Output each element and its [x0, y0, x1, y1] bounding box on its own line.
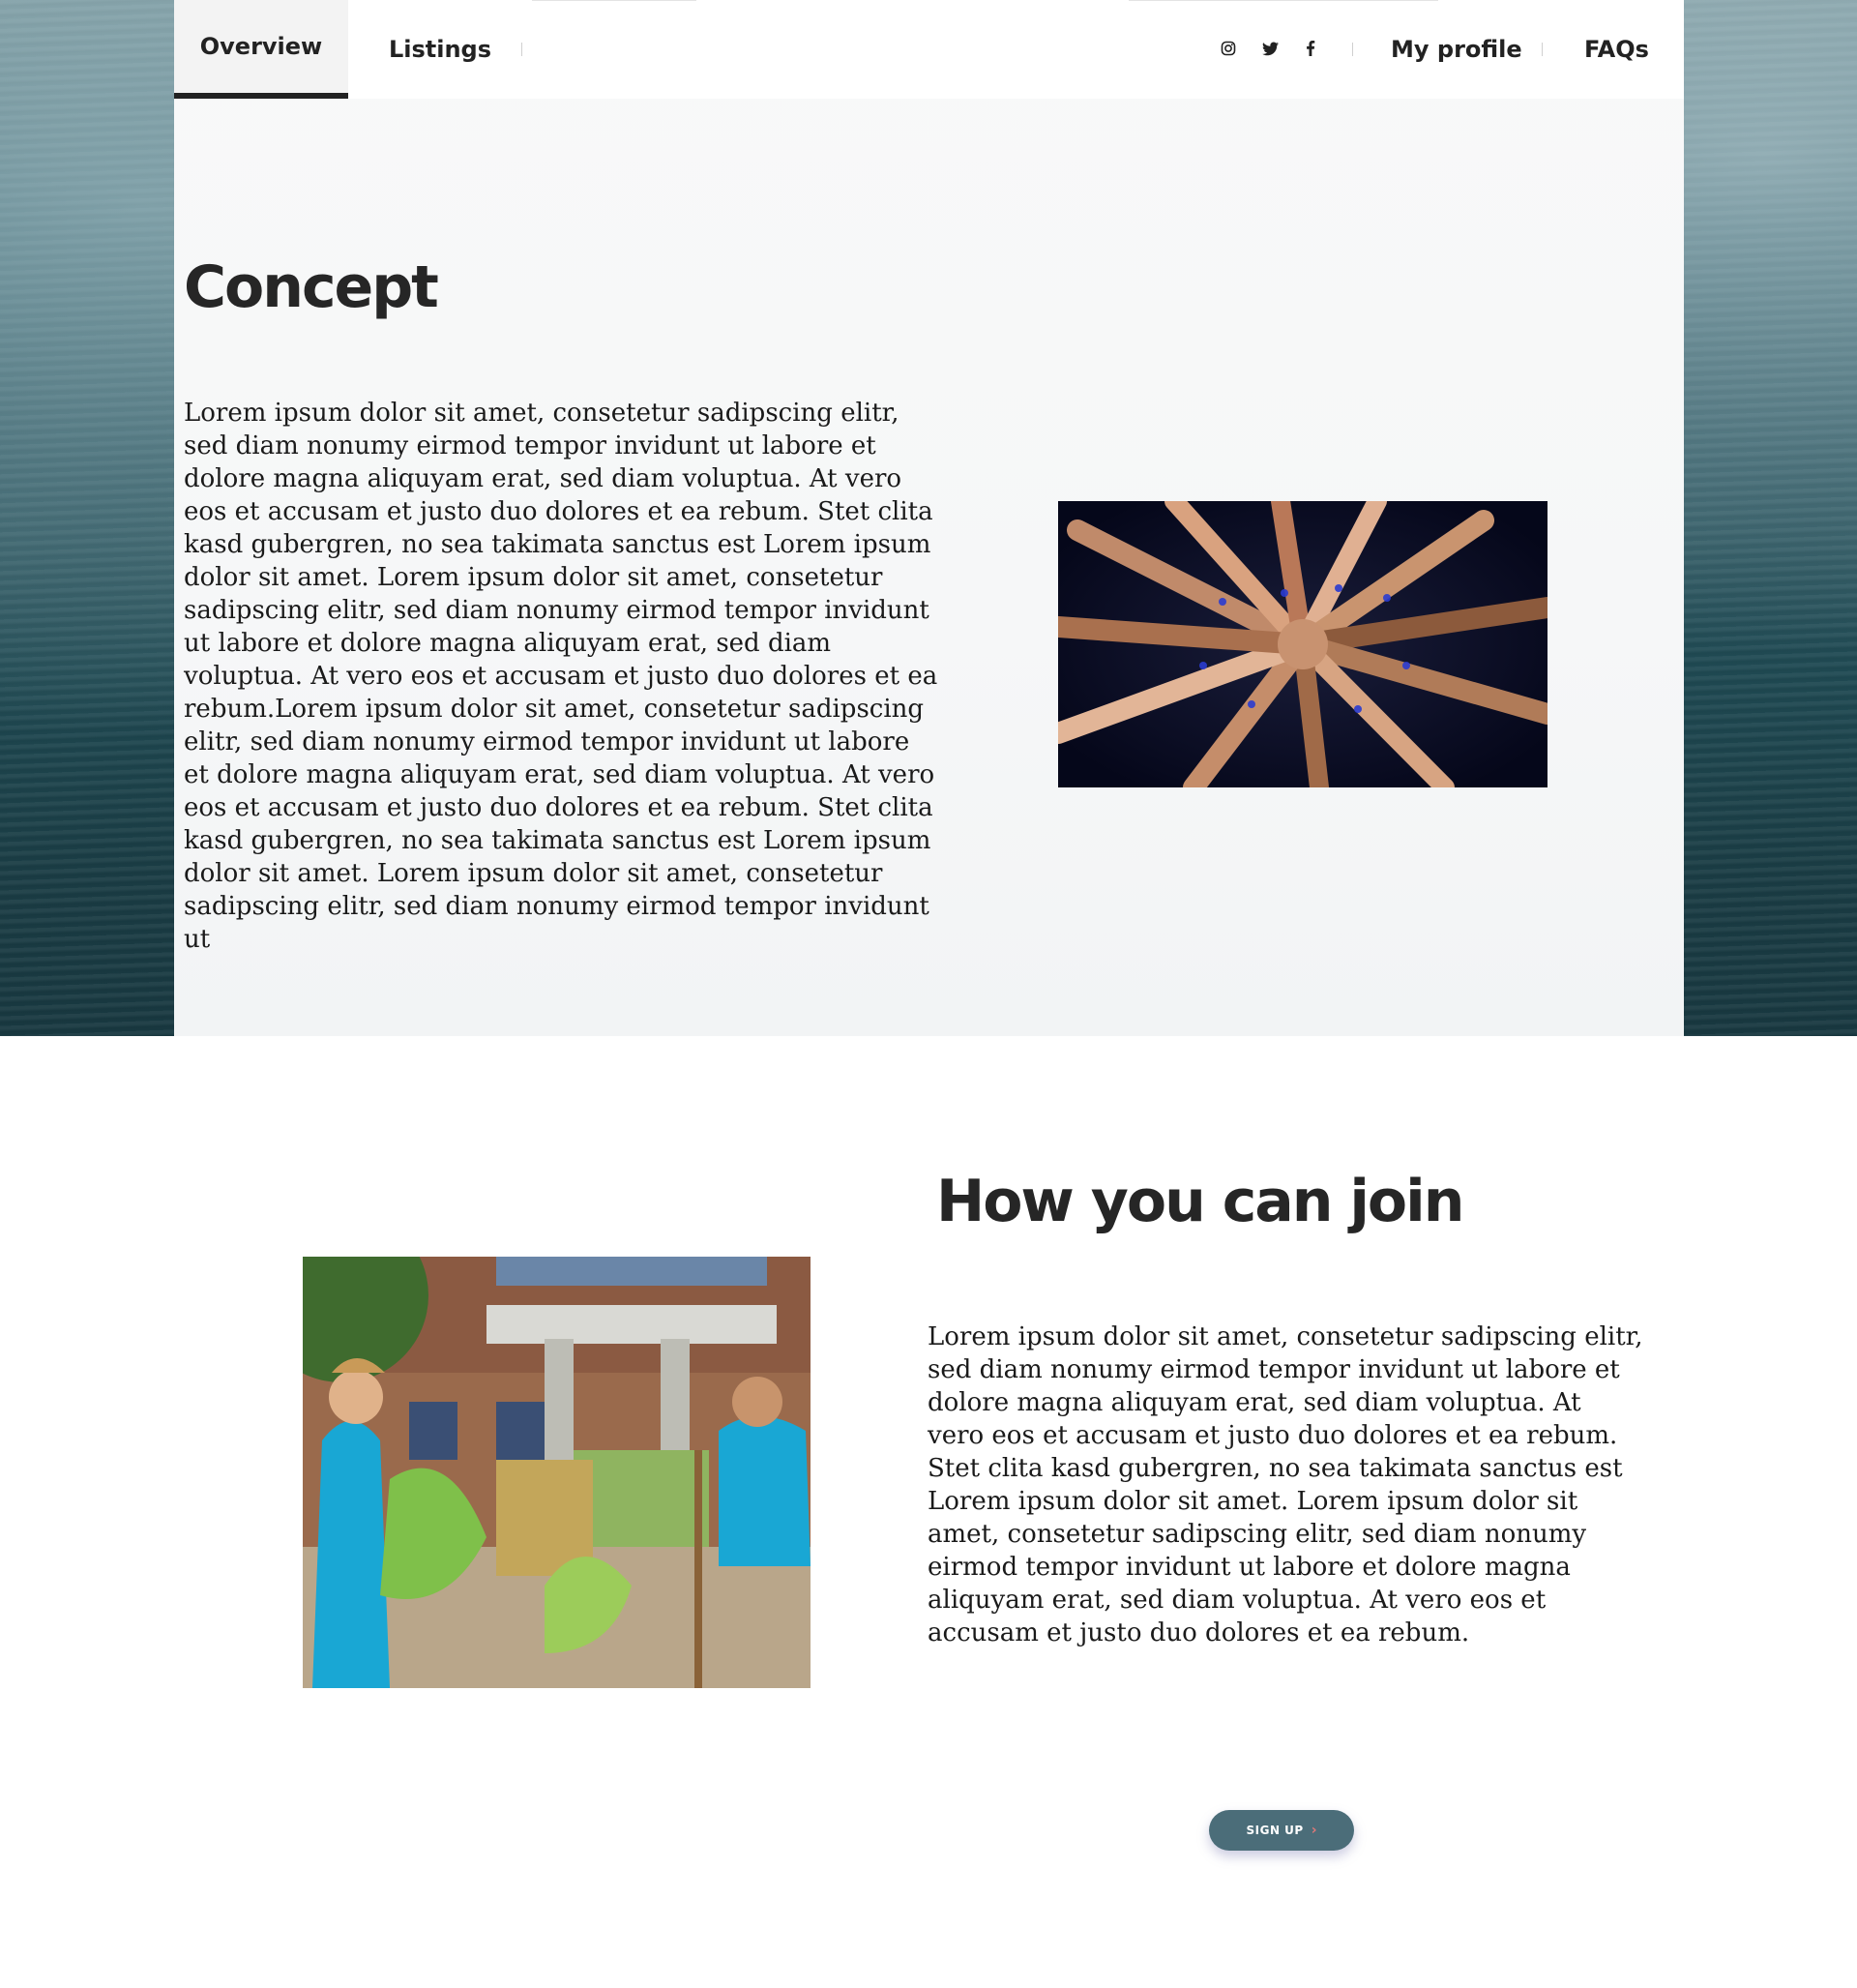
top-nav: Overview Listings My profile FAQs — [174, 0, 1684, 99]
volunteers-gardening-image — [303, 1257, 811, 1688]
facebook-icon[interactable] — [1299, 37, 1322, 60]
twitter-icon[interactable] — [1258, 37, 1282, 60]
sign-up-button[interactable]: SIGN UP › — [1209, 1810, 1354, 1851]
faqs-link[interactable]: FAQs — [1584, 0, 1649, 99]
chevron-right-icon: › — [1311, 1823, 1317, 1838]
team-hands-image — [1058, 501, 1548, 787]
nav-divider — [1542, 43, 1543, 56]
concept-heading: Concept — [184, 253, 439, 321]
my-profile-link[interactable]: My profile — [1391, 0, 1522, 99]
nav-divider — [1352, 43, 1353, 56]
tab-overview[interactable]: Overview — [174, 0, 348, 99]
instagram-icon[interactable] — [1217, 37, 1240, 60]
nav-top-rule — [532, 0, 696, 1]
join-body: Lorem ipsum dolor sit amet, consetetur s… — [928, 1322, 1643, 1647]
tab-listings-label: Listings — [388, 36, 492, 63]
nav-divider — [521, 43, 522, 56]
concept-body: Lorem ipsum dolor sit amet, consetetur s… — [184, 399, 938, 954]
join-heading: How you can join — [936, 1168, 1464, 1235]
tab-overview-label: Overview — [199, 33, 323, 60]
tab-listings[interactable]: Listings — [348, 0, 532, 99]
sign-up-label: SIGN UP — [1246, 1824, 1304, 1837]
